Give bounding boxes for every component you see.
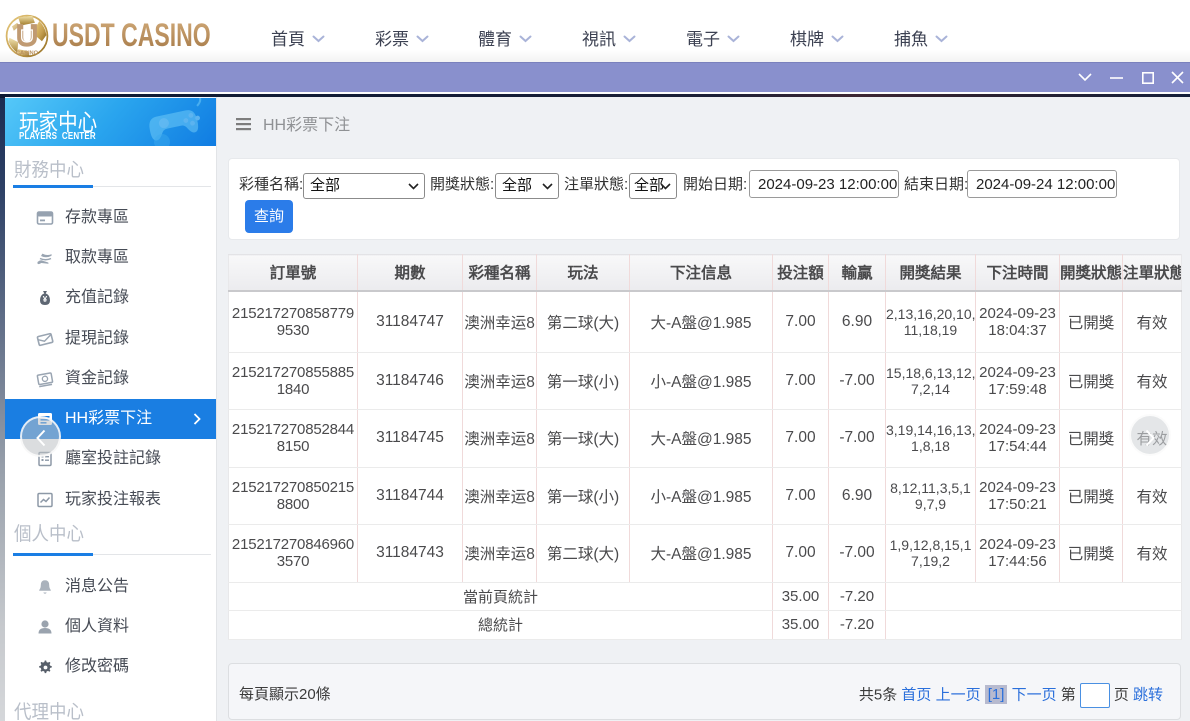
- svg-text:¥: ¥: [43, 295, 48, 304]
- svg-text:CASINO: CASINO: [16, 50, 39, 56]
- svg-text:U: U: [21, 26, 34, 46]
